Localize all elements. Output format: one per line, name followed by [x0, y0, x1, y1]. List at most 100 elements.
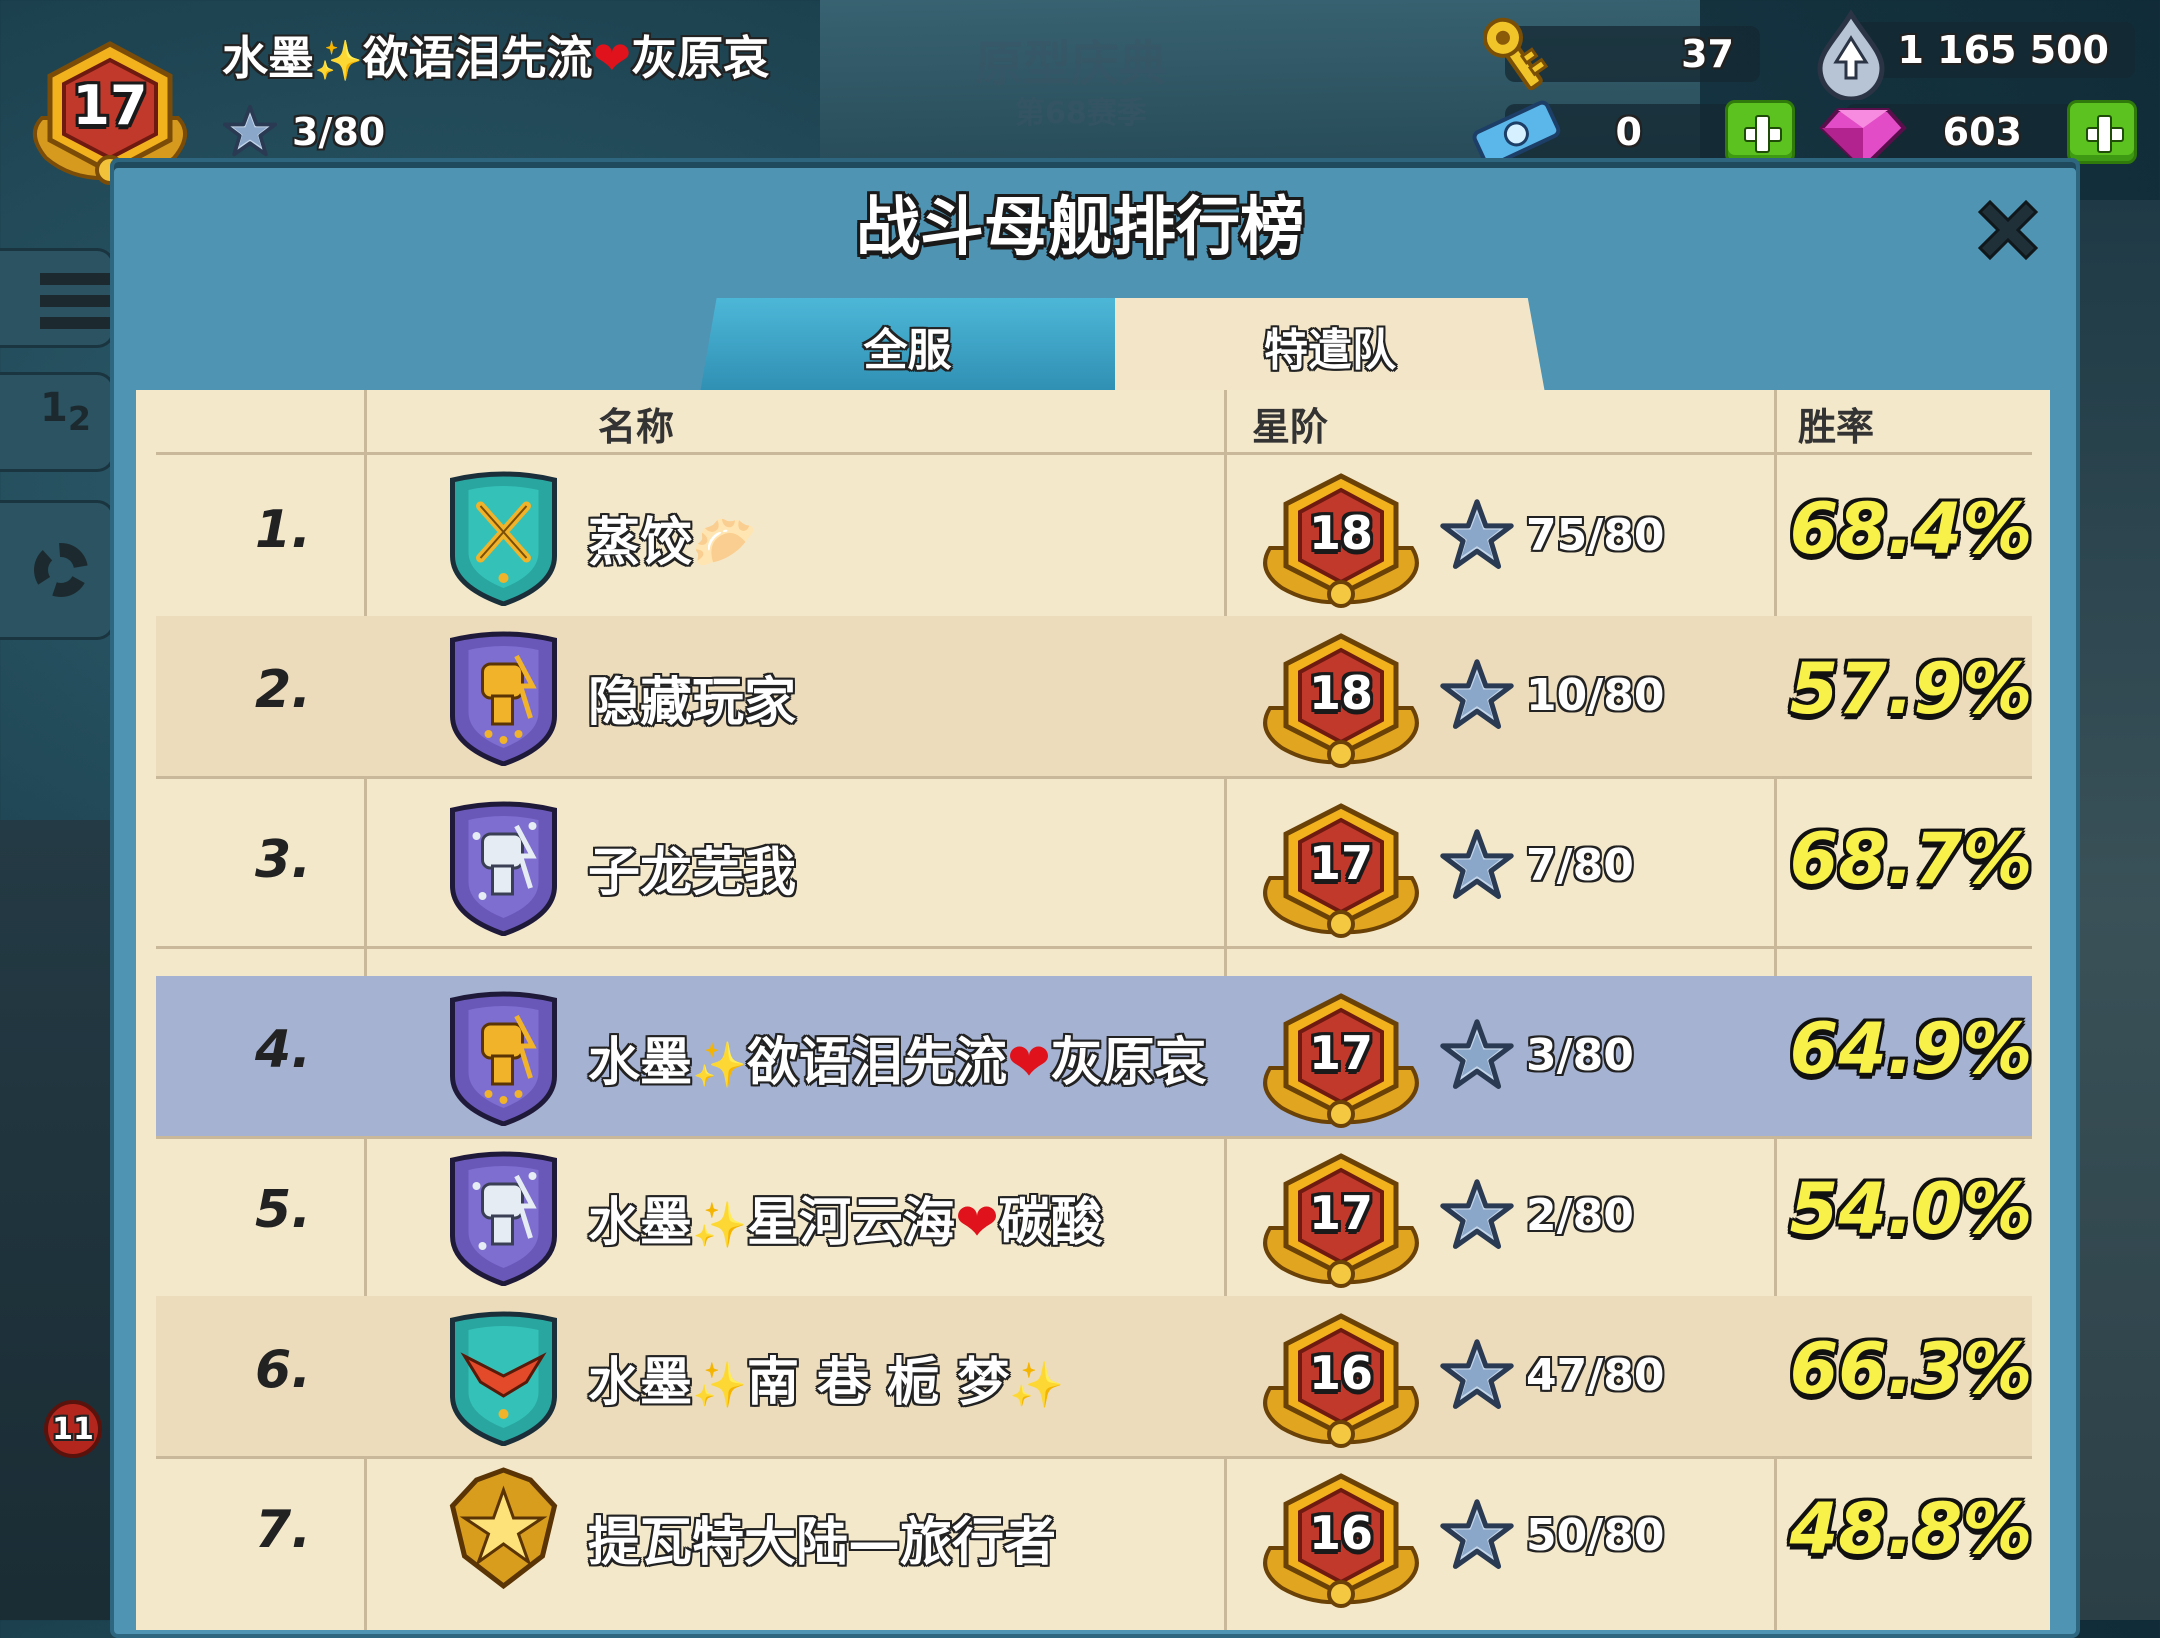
player-name-part: 灰原哀 [1050, 1033, 1207, 1093]
player-name: 水墨✨欲语泪先流❤灰原哀 [222, 22, 769, 88]
player-stars: 3/80 [222, 104, 385, 160]
leaderboard-row-self[interactable]: 4. 水墨✨欲语泪先流❤灰原哀 17 3/80 64.9% [156, 976, 2032, 1136]
silver-star-icon [1439, 828, 1515, 904]
star-progress: 47/80 [1526, 1350, 1665, 1401]
leaderboard-row[interactable]: 7. 提瓦特大陆—旅行者 16 50/80 48.8% [156, 1456, 2032, 1630]
tab-task-force[interactable]: 特遣队 [1115, 298, 1545, 393]
keys-value: 37 [1681, 32, 1734, 76]
intel-drop-icon [1817, 9, 1885, 100]
player-name-part: 水墨 [588, 1353, 693, 1413]
rank-level-badge: 16 [1256, 1470, 1426, 1610]
season-subtitle: 第68赛季 [1015, 96, 1147, 131]
heart-emoji: ❤ [592, 31, 632, 85]
tab-task-force-label: 特遣队 [1264, 324, 1396, 376]
tab-global[interactable]: 全服 [700, 298, 1115, 393]
rank-number: 3. [255, 830, 311, 890]
star-progress: 7/80 [1526, 840, 1634, 891]
player-name-part: 蒸饺 [588, 513, 693, 573]
rank-level-number: 17 [1308, 836, 1373, 890]
player-name: 隐藏玩家 [588, 660, 796, 735]
star-progress: 75/80 [1526, 510, 1665, 561]
side-badge-count: 11 [52, 1412, 94, 1447]
squad-badge-icon [450, 1311, 557, 1446]
column-header-winrate: 胜率 [1798, 405, 1875, 449]
squad-badge-icon [450, 471, 557, 606]
player-name-part: 欲语泪先流 [747, 1033, 1008, 1093]
row-divider [156, 776, 2032, 779]
player-name-part: 水墨 [588, 1033, 693, 1093]
win-rate: 68.7% [1789, 818, 2033, 900]
rank-level-number: 18 [1308, 506, 1373, 560]
rank-level-number: 16 [1308, 1346, 1373, 1400]
row-divider [156, 946, 2032, 949]
player-name-part: 子龙芜我 [588, 843, 797, 903]
leaderboard-row[interactable]: 1. 蒸饺🥟 18 75/80 68.4% [156, 456, 2032, 616]
win-rate: 54.0% [1789, 1168, 2033, 1250]
leaderboard-row[interactable]: 2. 隐藏玩家 18 10/80 57.9% [156, 616, 2032, 776]
diamonds-value: 603 [1942, 110, 2022, 154]
player-name-part: 灰原哀 [631, 31, 770, 85]
add-tickets-button[interactable] [1725, 100, 1795, 164]
silver-star-icon [222, 104, 278, 157]
rank-level-number: 18 [1308, 666, 1373, 720]
player-name-part: 星河云海 [747, 1193, 956, 1253]
leaderboard-row[interactable]: 5. 水墨✨星河云海❤碳酸 17 2/80 54.0% [156, 1136, 2032, 1296]
player-stars-text: 3/80 [292, 110, 386, 154]
side-settings-button[interactable] [0, 500, 115, 640]
menu-icon [40, 273, 110, 329]
player-name-part: ✨ [1009, 1360, 1065, 1411]
leaderboard-table: 名称 星阶 胜率 1. 蒸饺🥟 18 75/80 68.4% 2. 隐藏玩家 18 10/80 5… [136, 390, 2050, 1630]
squad-badge-icon [450, 1151, 557, 1286]
star-progress: 2/80 [1526, 1190, 1634, 1241]
player-name-part: 欲语泪先流 [362, 31, 593, 85]
silver-star-icon [1439, 1498, 1515, 1574]
player-name-part: 碳酸 [998, 1193, 1103, 1253]
player-name: 水墨✨星河云海❤碳酸 [588, 1180, 1103, 1255]
rank-level-number: 16 [1308, 1506, 1373, 1560]
player-name-part: 水墨 [588, 1193, 693, 1253]
star-progress: 50/80 [1526, 1510, 1665, 1561]
player-name-part: ❤ [955, 1193, 999, 1253]
squad-badge-icon [450, 631, 557, 766]
leaderboard-row[interactable]: 6. 水墨✨南 巷 栀 梦✨ 16 47/80 66.3% [156, 1296, 2032, 1456]
sparkle-emoji: ✨ [314, 39, 363, 84]
rank-number: 7. [255, 1500, 311, 1560]
player-name-part: 提瓦特大陆—旅行者 [588, 1513, 1057, 1573]
rank-number: 1. [255, 500, 311, 560]
player-name: 水墨✨欲语泪先流❤灰原哀 [588, 1020, 1207, 1095]
silver-star-icon [1439, 1178, 1515, 1254]
add-diamonds-button[interactable] [2067, 100, 2137, 164]
player-name-part: ❤ [1007, 1033, 1051, 1093]
silver-star-icon [1439, 1018, 1515, 1094]
player-name-part: 🥟 [692, 513, 757, 573]
rank-number: 2. [255, 660, 311, 720]
player-name: 蒸饺🥟 [588, 500, 757, 575]
win-rate: 57.9% [1789, 648, 2033, 730]
tab-global-label: 全服 [863, 324, 952, 376]
side-notification-badge[interactable]: 11 [44, 1400, 102, 1458]
background-harbor-right [2080, 200, 2160, 1620]
header-divider [156, 452, 2032, 455]
player-name-part: 水墨 [222, 31, 314, 85]
rank-level-badge: 17 [1256, 1150, 1426, 1290]
rank-number: 5. [255, 1180, 311, 1240]
squad-badge-icon [450, 801, 557, 936]
close-icon[interactable] [1968, 190, 2048, 270]
leaderboard-row[interactable]: 3. 子龙芜我 17 7/80 68.7% [156, 786, 2032, 946]
rank-number: 6. [255, 1340, 311, 1400]
gear-icon [34, 543, 88, 597]
intel-value: 1 165 500 [1897, 28, 2109, 72]
silver-star-icon [1439, 1338, 1515, 1414]
silver-star-icon [1439, 498, 1515, 574]
squad-badge-icon [450, 991, 557, 1126]
column-header-level: 星阶 [1252, 405, 1329, 449]
rank-number: 4. [255, 1020, 311, 1080]
win-rate: 48.8% [1789, 1488, 2033, 1570]
ranking-icon: 12 [40, 385, 92, 438]
tickets-value: 0 [1615, 110, 1642, 154]
season-title: 原型庆典 [975, 36, 1168, 92]
side-leaderboard-button[interactable]: 12 [0, 372, 115, 472]
rank-level-badge: 17 [1256, 990, 1426, 1130]
player-name: 提瓦特大陆—旅行者 [588, 1500, 1056, 1575]
win-rate: 68.4% [1789, 488, 2033, 570]
